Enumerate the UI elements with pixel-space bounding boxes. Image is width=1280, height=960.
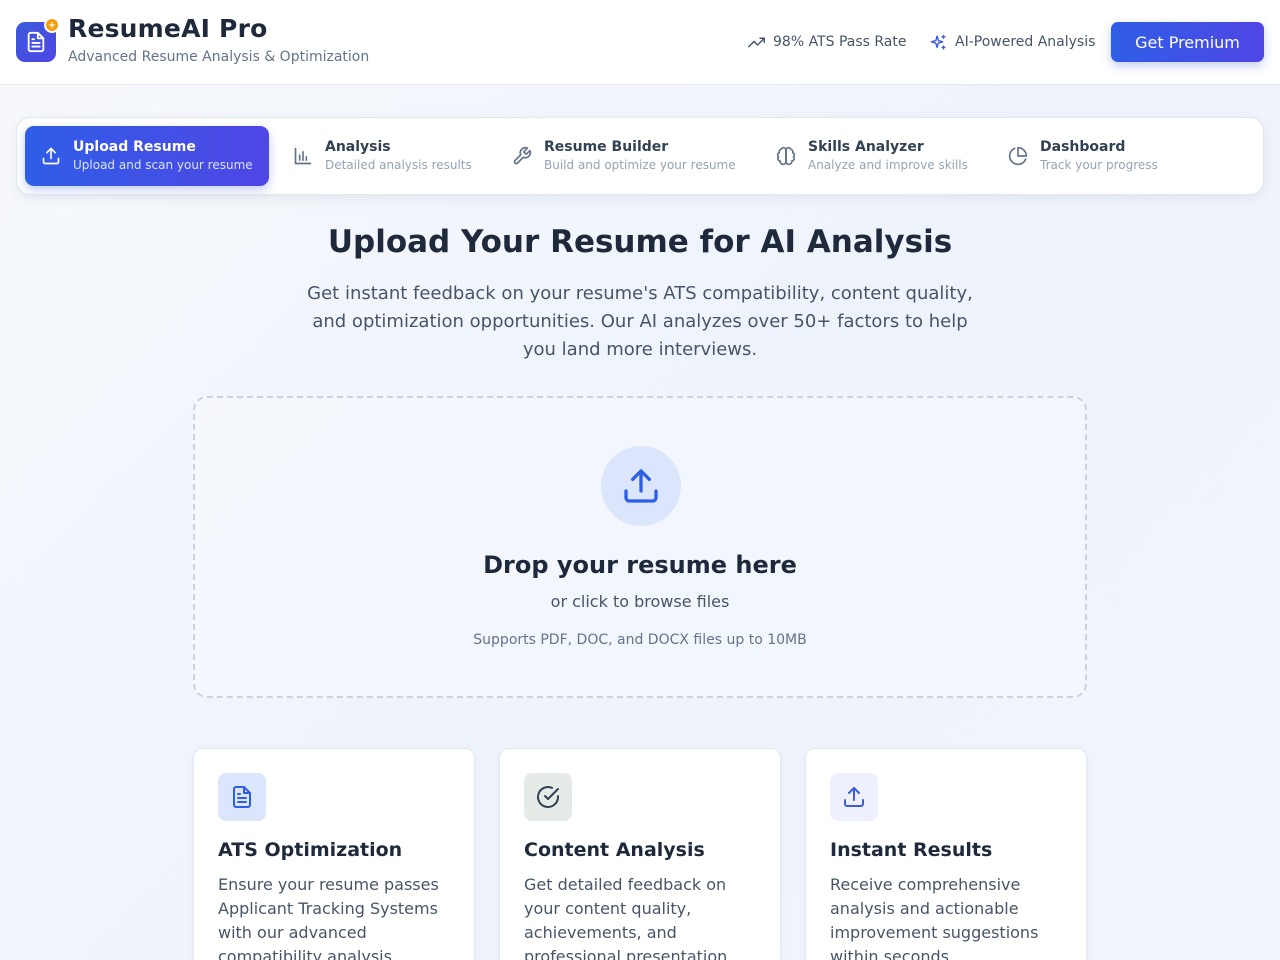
feature-card-instant-results: Instant Results Receive comprehensive an… — [805, 748, 1087, 960]
nav-item-desc: Build and optimize your resume — [544, 158, 736, 172]
check-circle-icon — [537, 786, 559, 808]
nav-item-resume-builder[interactable]: Resume Builder Build and optimize your r… — [496, 126, 746, 186]
document-icon — [27, 31, 45, 53]
nav-item-skills-analyzer[interactable]: Skills Analyzer Analyze and improve skil… — [760, 126, 980, 186]
ats-pass-rate-stat: 98% ATS Pass Rate — [748, 31, 906, 53]
feature-card-ats-optimization: ATS Optimization Ensure your resume pass… — [193, 748, 475, 960]
card-icon-box — [830, 773, 878, 821]
app-subtitle: Advanced Resume Analysis & Optimization — [68, 49, 370, 65]
upload-icon — [844, 787, 864, 807]
card-title: Instant Results — [830, 839, 993, 861]
card-description: Ensure your resume passes Applicant Trac… — [218, 875, 439, 960]
browse-files-link[interactable]: or click to browse files — [195, 592, 1085, 611]
nav-item-title: Dashboard — [1040, 139, 1126, 155]
app-header: ResumeAI Pro Advanced Resume Analysis & … — [0, 0, 1280, 85]
pie-chart-icon — [1008, 146, 1028, 166]
main-nav: Upload Resume Upload and scan your resum… — [16, 117, 1264, 195]
bar-chart-icon — [294, 147, 312, 165]
get-premium-button[interactable]: Get Premium — [1111, 22, 1264, 62]
feature-card-content-analysis: Content Analysis Get detailed feedback o… — [499, 748, 781, 960]
card-title: Content Analysis — [524, 839, 705, 861]
app-title: ResumeAI Pro — [68, 14, 268, 43]
page-description: Get instant feedback on your resume's AT… — [307, 283, 973, 360]
nav-item-title: Analysis — [325, 139, 391, 155]
card-description: Get detailed feedback on your content qu… — [524, 875, 733, 960]
wrench-icon — [513, 146, 532, 165]
trending-up-icon — [748, 37, 765, 47]
card-title: ATS Optimization — [218, 839, 403, 861]
stat-label: AI-Powered Analysis — [955, 34, 1096, 50]
nav-item-analysis[interactable]: Analysis Detailed analysis results — [277, 126, 487, 186]
dropzone-title: Drop your resume here — [483, 551, 797, 579]
card-icon-box — [218, 773, 266, 821]
brain-icon — [776, 146, 796, 166]
upload-icon-circle — [601, 446, 681, 526]
upload-icon — [624, 469, 658, 503]
document-icon — [233, 786, 251, 808]
nav-item-desc: Upload and scan your resume — [73, 158, 253, 172]
nav-item-upload-resume[interactable]: Upload Resume Upload and scan your resum… — [25, 126, 269, 186]
upload-icon — [42, 147, 60, 165]
nav-item-desc: Track your progress — [1040, 158, 1158, 172]
supported-formats-note: Supports PDF, DOC, and DOCX files up to … — [473, 632, 807, 648]
sparkle-badge-icon — [44, 17, 60, 33]
nav-item-dashboard[interactable]: Dashboard Track your progress — [992, 126, 1192, 186]
page-title: Upload Your Resume for AI Analysis — [327, 224, 953, 260]
sparkles-icon — [930, 34, 946, 50]
nav-item-desc: Analyze and improve skills — [808, 158, 968, 172]
nav-item-title: Skills Analyzer — [808, 139, 924, 155]
ai-powered-stat: AI-Powered Analysis — [930, 31, 1095, 53]
card-icon-box — [524, 773, 572, 821]
stat-label: 98% ATS Pass Rate — [773, 34, 907, 50]
resume-dropzone[interactable]: Drop your resume here or click to browse… — [193, 396, 1087, 698]
nav-item-title: Upload Resume — [73, 139, 196, 155]
nav-item-title: Resume Builder — [544, 139, 669, 155]
nav-item-desc: Detailed analysis results — [325, 158, 472, 172]
card-description: Receive comprehensive analysis and actio… — [830, 875, 1039, 960]
